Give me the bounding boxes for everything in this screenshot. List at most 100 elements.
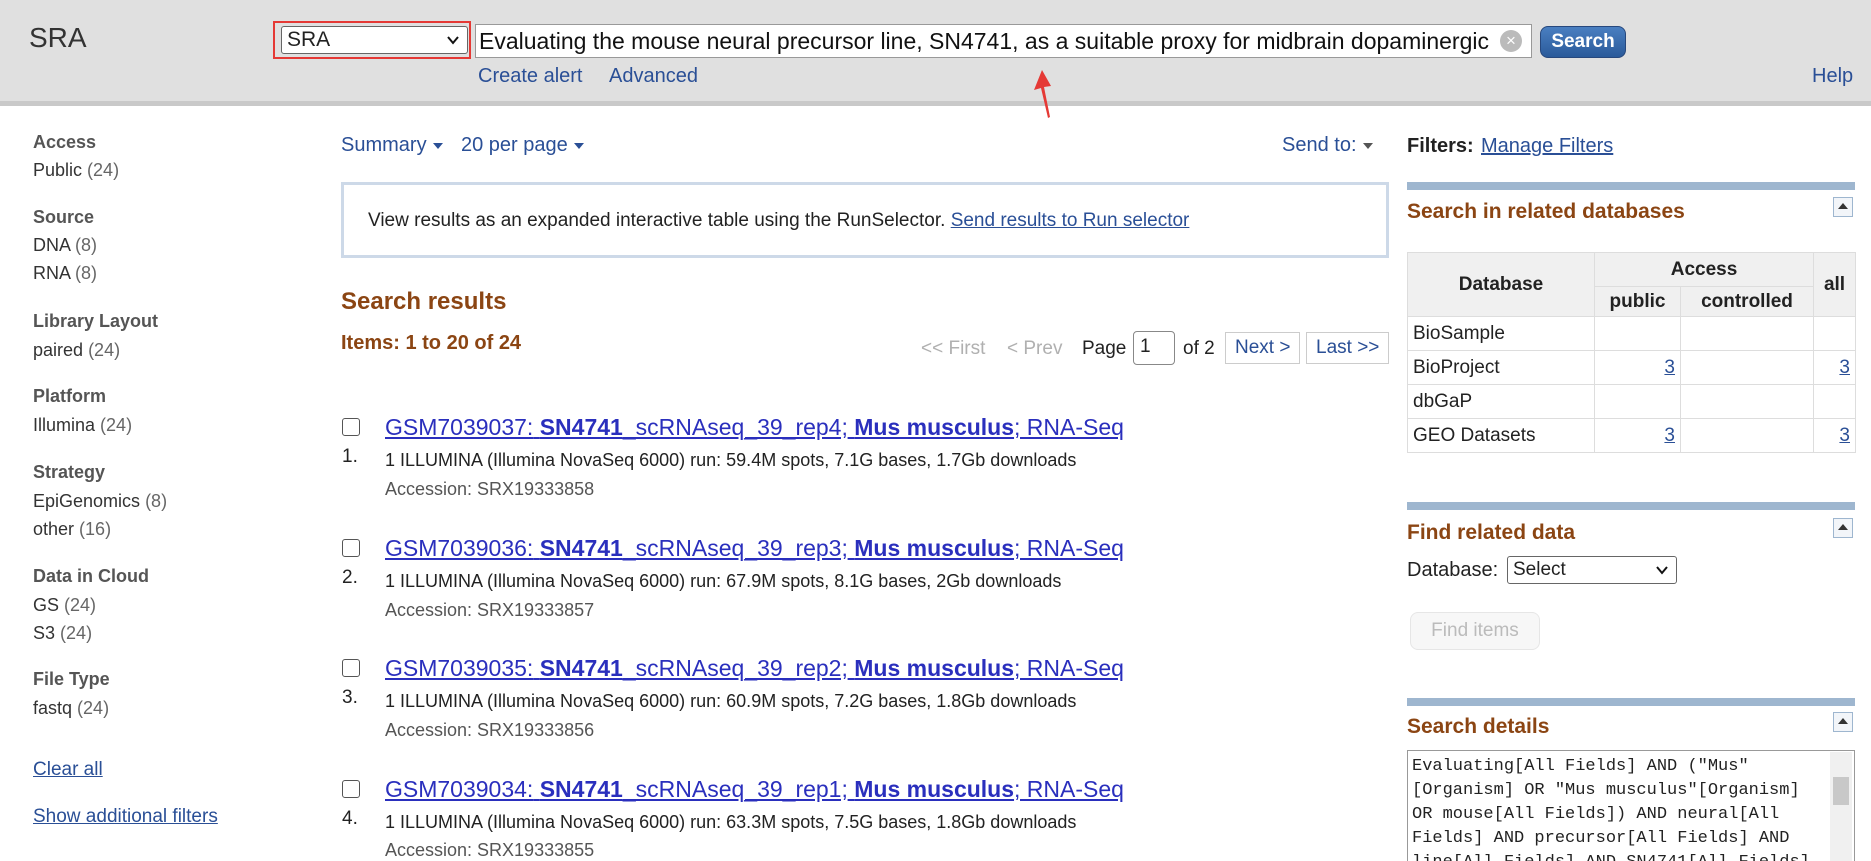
items-count: Items: 1 to 20 of 24 [341, 332, 522, 354]
result-number: 2. [342, 567, 358, 588]
table-cell [1813, 384, 1856, 419]
caret-down-icon [573, 142, 584, 149]
table-header: Database [1407, 252, 1595, 317]
facet-item-epigenomics[interactable]: EpiGenomics (8) [33, 491, 167, 512]
result-description: 1 ILLUMINA (Illumina NovaSeq 6000) run: … [385, 571, 1062, 591]
per-page-dropdown[interactable]: 20 per page [461, 134, 584, 157]
portlet-divider [1407, 502, 1855, 510]
facet-item-gs[interactable]: GS (24) [33, 595, 96, 616]
facet-item-dna[interactable]: DNA (8) [33, 235, 97, 256]
result-accession: Accession: SRX19333857 [385, 600, 595, 620]
result-description: 1 ILLUMINA (Illumina NovaSeq 6000) run: … [385, 450, 1077, 470]
related-databases-title: Search in related databases [1407, 200, 1685, 223]
filters-label: Filters: [1407, 135, 1474, 157]
chevron-down-icon [1656, 566, 1668, 575]
result-checkbox[interactable] [342, 539, 360, 557]
clear-all-link[interactable]: Clear all [33, 759, 103, 781]
send-to-dropdown[interactable]: Send to: [1282, 134, 1373, 157]
header-bar: SRA SRA Evaluating the mouse neural prec… [0, 0, 1871, 106]
database-label: Database: [1407, 559, 1499, 581]
pager-prev: < Prev [1007, 338, 1063, 359]
find-items-button[interactable]: Find items [1410, 612, 1540, 650]
result-title-link[interactable]: GSM7039034: SN4741_scRNAseq_39_rep1; Mus… [385, 776, 1124, 803]
facet-item-public[interactable]: Public (24) [33, 160, 119, 181]
table-cell-database: BioProject [1407, 350, 1595, 385]
table-header: all [1813, 252, 1856, 317]
clear-icon[interactable]: × [1500, 30, 1522, 52]
facet-item-rna[interactable]: RNA (8) [33, 263, 97, 284]
bioproject-public-link[interactable]: 3 [1664, 357, 1675, 378]
send-to-run-selector-link[interactable]: Send results to Run selector [951, 210, 1190, 231]
database-title: SRA [29, 22, 87, 53]
advanced-link[interactable]: Advanced [609, 65, 698, 88]
result-accession: Accession: SRX19333855 [385, 840, 595, 860]
details-scrollbar-thumb[interactable] [1833, 777, 1849, 805]
table-row: BioProject 3 3 [1407, 350, 1856, 385]
result-checkbox[interactable] [342, 780, 360, 798]
bioproject-all-link[interactable]: 3 [1839, 357, 1850, 378]
result-description: 1 ILLUMINA (Illumina NovaSeq 6000) run: … [385, 812, 1077, 832]
facet-title: Strategy [33, 462, 106, 482]
result-title-link[interactable]: GSM7039037: SN4741_scRNAseq_39_rep4; Mus… [385, 414, 1124, 441]
chevron-down-icon [447, 36, 459, 45]
related-database-select[interactable]: Select [1507, 556, 1677, 584]
facet-item-paired[interactable]: paired (24) [33, 340, 120, 361]
table-cell-database: GEO Datasets [1407, 418, 1595, 453]
find-related-title: Find related data [1407, 521, 1576, 544]
database-select-value: SRA [287, 28, 331, 51]
database-select[interactable]: SRA [281, 26, 468, 54]
search-input[interactable]: Evaluating the mouse neural precursor li… [475, 24, 1532, 58]
facet-item-s3[interactable]: S3 (24) [33, 623, 92, 644]
table-cell [1594, 384, 1681, 419]
pager-page-label: Page [1082, 338, 1127, 359]
search-button[interactable]: Search [1540, 26, 1626, 58]
result-number: 1. [342, 446, 358, 467]
collapse-toggle-icon[interactable] [1833, 712, 1853, 732]
portlet-divider [1407, 182, 1855, 190]
table-cell [1680, 384, 1814, 419]
table-row: dbGaP [1407, 384, 1856, 419]
table-header: Access [1594, 252, 1814, 287]
result-checkbox[interactable] [342, 418, 360, 436]
page-number-input[interactable]: 1 [1133, 331, 1175, 365]
show-additional-filters-link[interactable]: Show additional filters [33, 806, 218, 828]
facet-item-other[interactable]: other (16) [33, 519, 111, 540]
table-cell [1680, 350, 1814, 385]
create-alert-link[interactable]: Create alert [478, 65, 583, 88]
search-details-textarea[interactable]: Evaluating[All Fields] AND ("Mus"[Organi… [1407, 750, 1855, 861]
caret-down-icon [432, 142, 443, 149]
table-cell-database: dbGaP [1407, 384, 1595, 419]
geo-all-link[interactable]: 3 [1839, 425, 1850, 446]
result-accession: Accession: SRX19333856 [385, 720, 595, 740]
facet-item-fastq[interactable]: fastq (24) [33, 698, 109, 719]
result-description: 1 ILLUMINA (Illumina NovaSeq 6000) run: … [385, 691, 1077, 711]
table-cell-database: BioSample [1407, 316, 1595, 351]
help-link[interactable]: Help [1812, 65, 1853, 88]
details-scrollbar[interactable] [1830, 752, 1852, 861]
summary-dropdown[interactable]: Summary [341, 134, 443, 157]
table-cell [1680, 418, 1814, 453]
pager-of-total: of 2 [1183, 338, 1215, 359]
collapse-toggle-icon[interactable] [1833, 518, 1853, 538]
result-title-link[interactable]: GSM7039035: SN4741_scRNAseq_39_rep2; Mus… [385, 655, 1124, 682]
table-cell: 3 [1594, 350, 1681, 385]
geo-public-link[interactable]: 3 [1664, 425, 1675, 446]
table-header: controlled [1680, 286, 1814, 317]
table-cell [1594, 316, 1681, 351]
table-cell: 3 [1594, 418, 1681, 453]
runselector-notice: View results as an expanded interactive … [341, 182, 1389, 258]
results-heading: Search results [341, 288, 507, 315]
collapse-toggle-icon[interactable] [1833, 197, 1853, 217]
runselector-text: View results as an expanded interactive … [368, 210, 946, 231]
table-header: public [1594, 286, 1681, 317]
result-checkbox[interactable] [342, 659, 360, 677]
manage-filters-link[interactable]: Manage Filters [1481, 135, 1613, 158]
pager-next-button[interactable]: Next > [1225, 332, 1301, 364]
pager-first: << First [921, 338, 986, 359]
facet-title: Data in Cloud [33, 566, 149, 586]
result-number: 4. [342, 808, 358, 829]
facet-item-illumina[interactable]: Illumina (24) [33, 415, 132, 436]
pager-last-button[interactable]: Last >> [1306, 332, 1390, 364]
result-title-link[interactable]: GSM7039036: SN4741_scRNAseq_39_rep3; Mus… [385, 535, 1124, 562]
facet-title: Source [33, 207, 95, 227]
